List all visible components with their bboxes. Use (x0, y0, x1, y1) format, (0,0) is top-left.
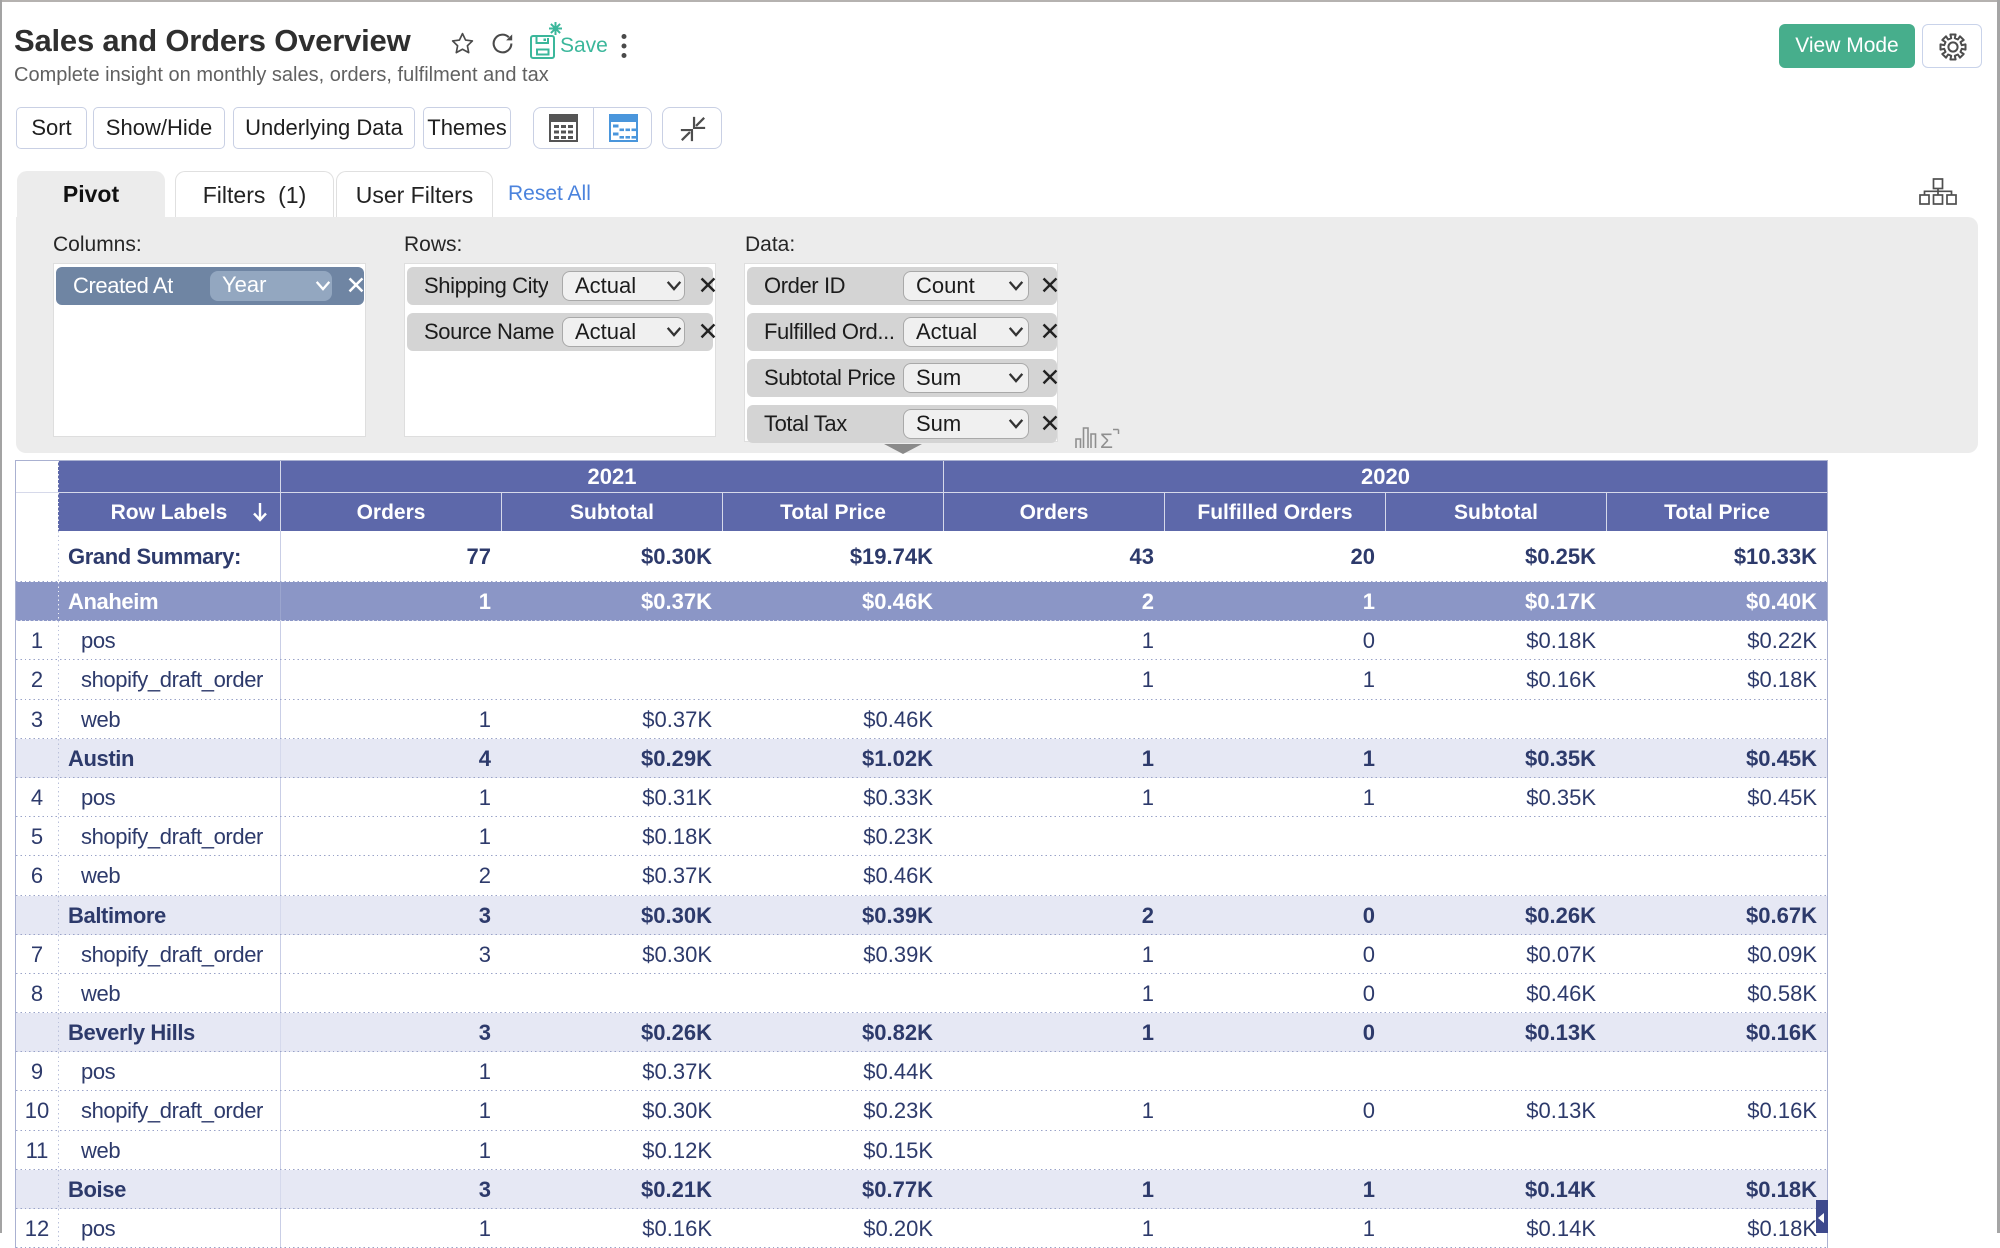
svg-text:Σ: Σ (1100, 430, 1113, 449)
